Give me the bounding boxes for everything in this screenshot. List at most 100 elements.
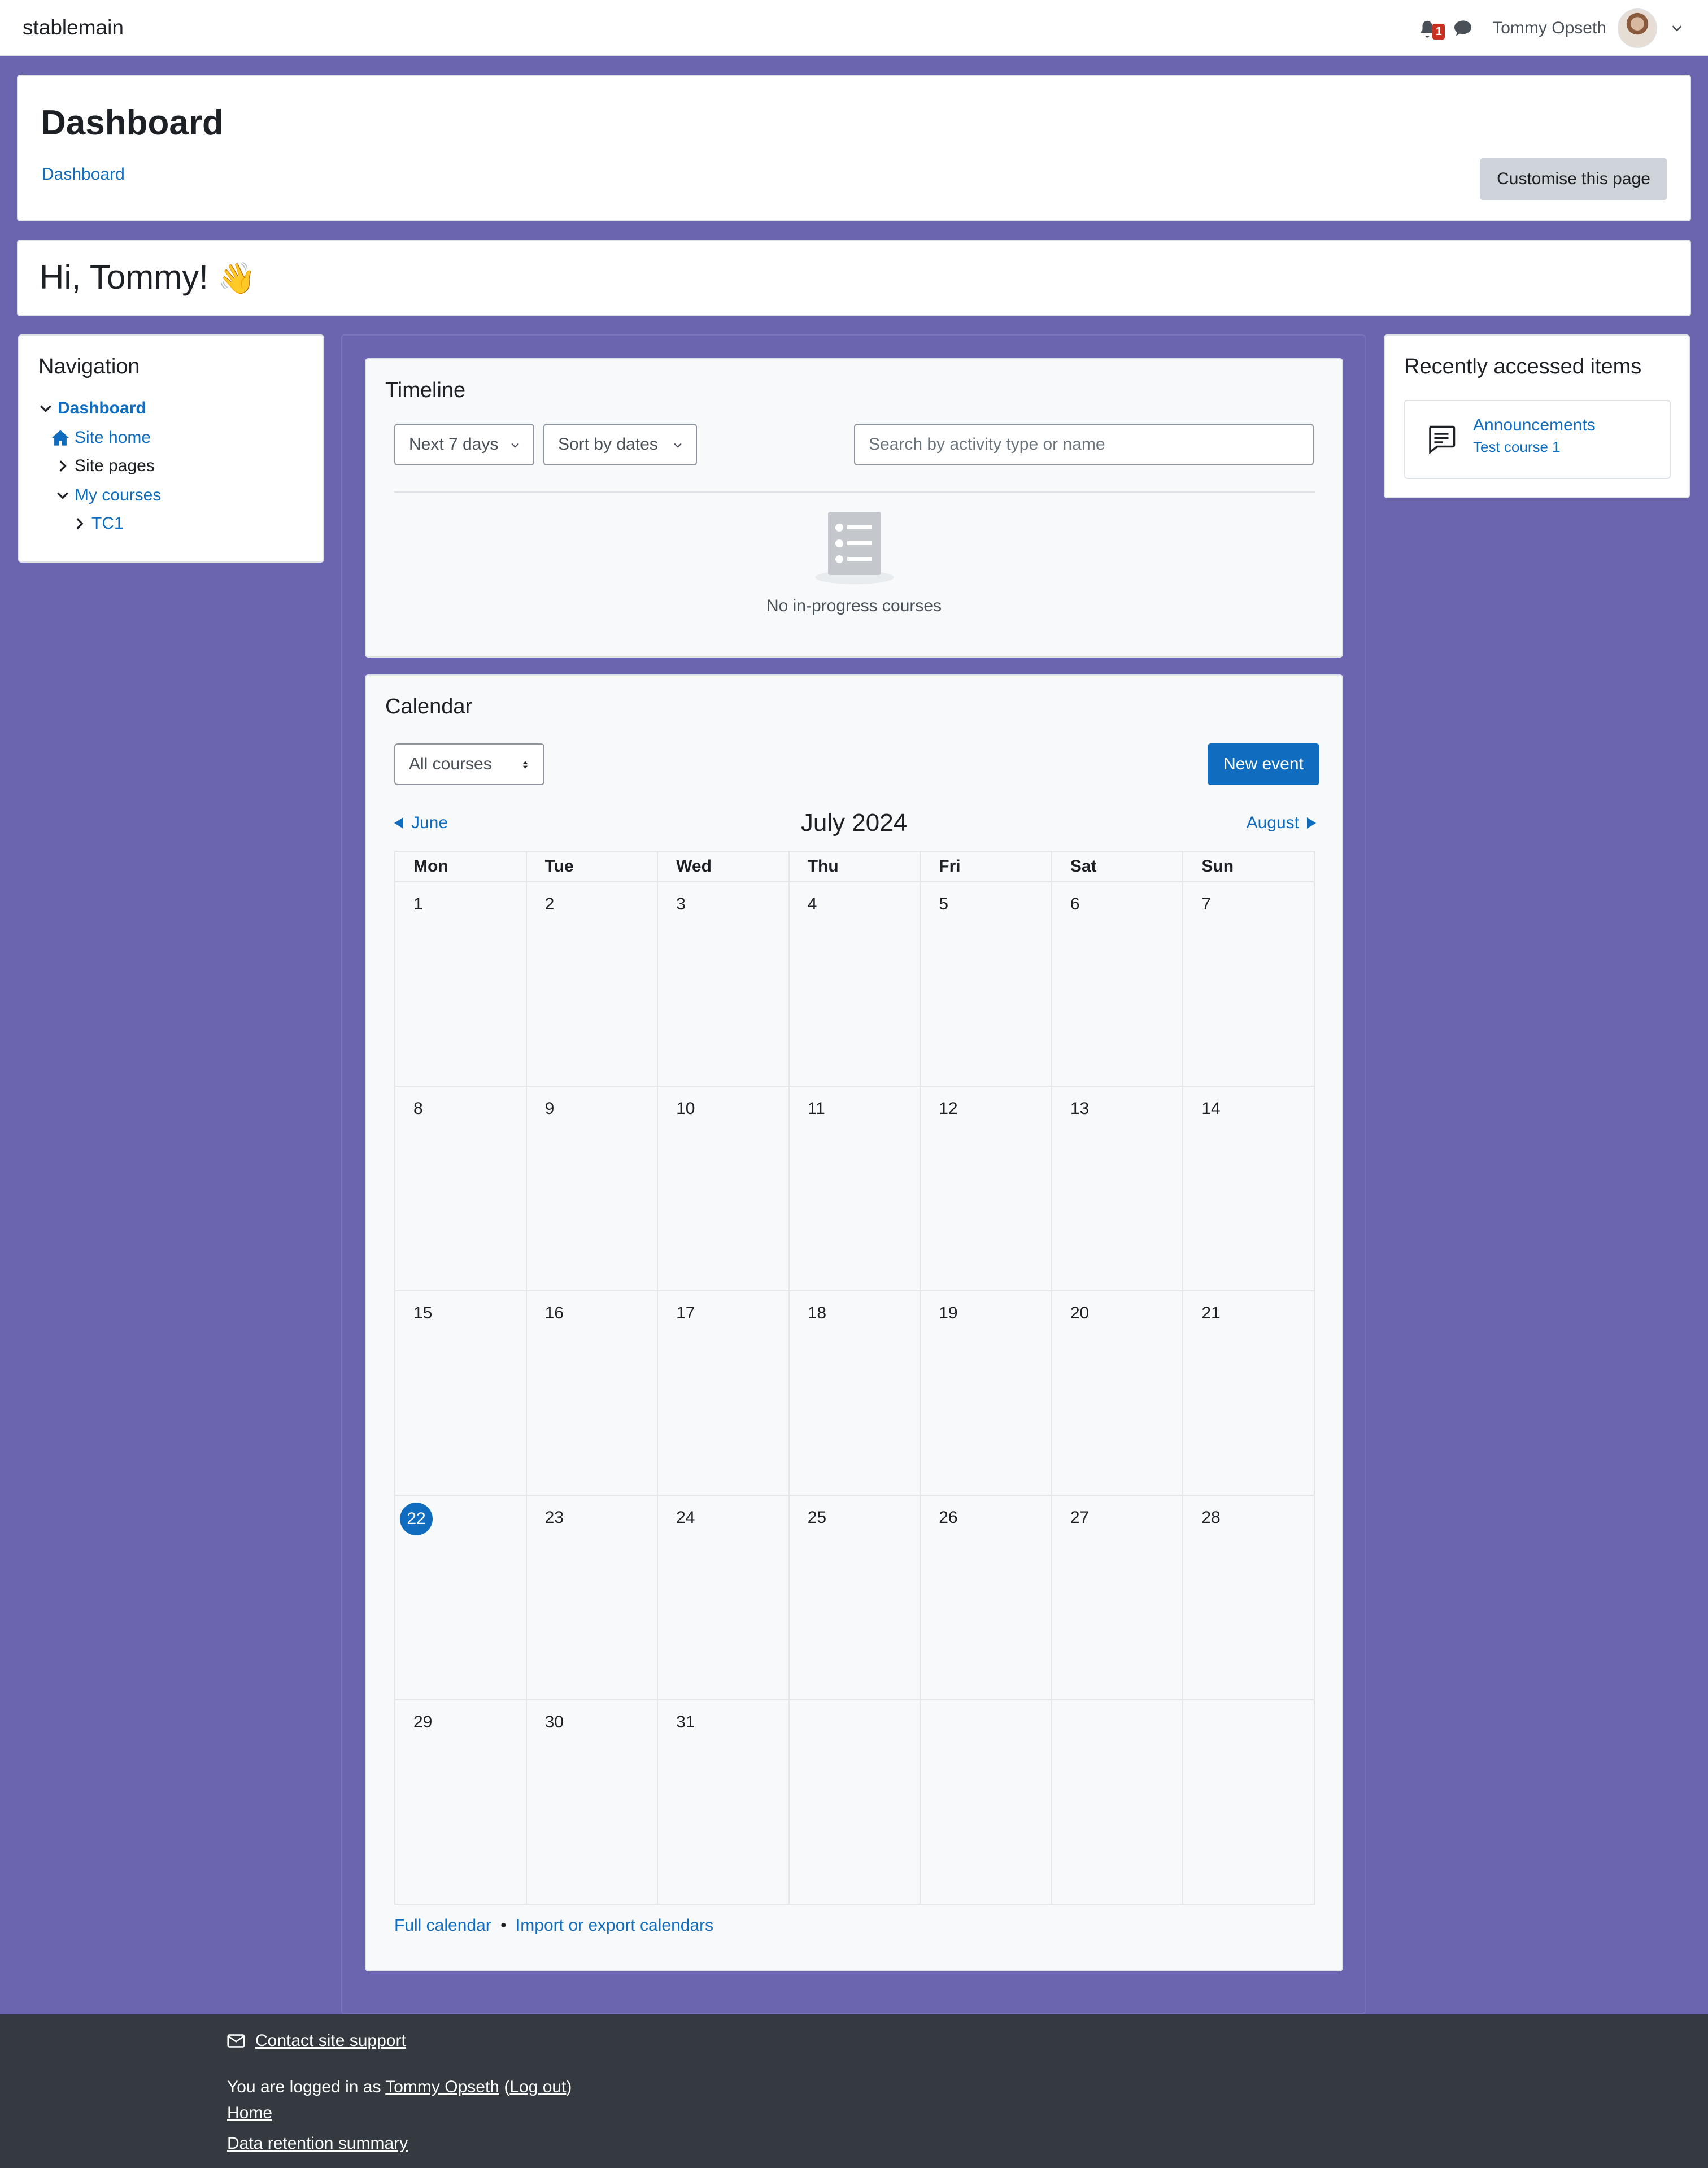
recent-title: Recently accessed items xyxy=(1404,355,1642,378)
calendar-title: Calendar xyxy=(385,695,473,719)
logout-link[interactable]: Log out xyxy=(509,2078,566,2096)
nav-item-my-courses[interactable]: My courses xyxy=(55,486,161,505)
nav-item-dashboard[interactable]: Dashboard xyxy=(38,399,146,418)
day-number: 23 xyxy=(544,1508,564,1527)
data-retention-link[interactable]: Data retention summary xyxy=(227,2134,408,2153)
chevron-right-icon xyxy=(76,518,84,529)
calendar-day-cell[interactable]: 16 xyxy=(525,1290,659,1496)
calendar-day-cell[interactable]: 7 xyxy=(1182,881,1315,1087)
calendar-day-cell[interactable]: 13 xyxy=(1051,1086,1184,1291)
notification-count-badge: 1 xyxy=(1432,24,1445,40)
calendar-day-cell[interactable]: 31 xyxy=(657,1699,790,1905)
calendar-day-cell[interactable]: 12 xyxy=(920,1086,1052,1291)
notifications-button[interactable]: 1 xyxy=(1417,16,1445,41)
calendar-day-cell[interactable]: 15 xyxy=(394,1290,527,1496)
calendar-day-cell[interactable]: 6 xyxy=(1051,881,1184,1087)
full-calendar-link[interactable]: Full calendar xyxy=(394,1916,491,1935)
calendar-day-cell[interactable]: 28 xyxy=(1182,1495,1315,1700)
nav-item-site-home[interactable]: Site home xyxy=(51,428,151,447)
calendar-day-cell[interactable]: 3 xyxy=(657,881,790,1087)
contact-support-link[interactable]: Contact site support xyxy=(227,2031,406,2051)
calendar-empty-cell xyxy=(1051,1699,1184,1905)
calendar-week-row: 29 30 31 xyxy=(394,1699,1315,1905)
nav-item-site-pages[interactable]: Site pages xyxy=(55,456,155,476)
day-number: 19 xyxy=(939,1304,958,1322)
next-month-link[interactable]: August xyxy=(1247,813,1316,833)
nav-label-dashboard: Dashboard xyxy=(58,399,146,417)
weekday-header: Mon xyxy=(394,851,527,882)
calendar-day-cell[interactable]: 23 xyxy=(525,1495,659,1700)
timeline-divider xyxy=(394,491,1315,493)
recent-item-course[interactable]: Test course 1 xyxy=(1473,438,1561,456)
calendar-day-cell[interactable]: 30 xyxy=(525,1699,659,1905)
breadcrumb-dashboard[interactable]: Dashboard xyxy=(42,165,125,184)
day-number: 14 xyxy=(1201,1099,1221,1118)
calendar-day-cell[interactable]: 14 xyxy=(1182,1086,1315,1291)
calendar-grid: Mon Tue Wed Thu Fri Sat Sun 1 2 3 4 5 6 7 8 9 10 1… xyxy=(394,851,1315,1905)
chevron-down-icon xyxy=(40,405,51,412)
today-day-number: 22 xyxy=(400,1503,433,1535)
empty-state-text: No in-progress courses xyxy=(766,597,942,615)
weekday-header: Fri xyxy=(920,851,1052,882)
import-export-link[interactable]: Import or export calendars xyxy=(516,1916,713,1935)
recent-item-title[interactable]: Announcements xyxy=(1473,416,1596,435)
weekday-header: Thu xyxy=(788,851,921,882)
calendar-day-cell[interactable]: 26 xyxy=(920,1495,1052,1700)
calendar-day-cell[interactable]: 27 xyxy=(1051,1495,1184,1700)
calendar-day-cell[interactable]: 20 xyxy=(1051,1290,1184,1496)
forum-icon xyxy=(1429,425,1456,455)
day-number: 15 xyxy=(413,1304,433,1322)
timeline-search-input[interactable] xyxy=(854,424,1314,465)
chevron-down-icon xyxy=(674,443,682,448)
calendar-day-cell[interactable]: 18 xyxy=(788,1290,921,1496)
calendar-day-cell[interactable]: 5 xyxy=(920,881,1052,1087)
day-number: 3 xyxy=(676,895,686,913)
page-title: Dashboard xyxy=(41,103,224,142)
chevron-down-icon[interactable] xyxy=(1668,20,1685,37)
calendar-day-cell[interactable]: 25 xyxy=(788,1495,921,1700)
calendar-footer-links: Full calendar • Import or export calenda… xyxy=(394,1916,713,1935)
footer-home-link[interactable]: Home xyxy=(227,2104,272,2123)
calendar-day-cell[interactable]: 19 xyxy=(920,1290,1052,1496)
next-month-label: August xyxy=(1246,813,1299,832)
calendar-day-cell[interactable]: 9 xyxy=(525,1086,659,1291)
day-number: 8 xyxy=(413,1099,423,1118)
customise-page-button[interactable]: Customise this page xyxy=(1480,158,1667,200)
user-avatar[interactable] xyxy=(1618,8,1657,48)
page-footer: Contact site support You are logged in a… xyxy=(0,2014,1708,2168)
day-number: 4 xyxy=(807,895,817,913)
calendar-day-cell[interactable]: 17 xyxy=(657,1290,790,1496)
weekday-header: Wed xyxy=(657,851,790,882)
calendar-day-cell[interactable]: 8 xyxy=(394,1086,527,1291)
top-navbar: stablemain 1 Tommy Opseth xyxy=(0,0,1708,56)
recent-item-card[interactable]: Announcements Test course 1 xyxy=(1404,400,1671,479)
day-number: 26 xyxy=(939,1508,958,1527)
nav-label-site-pages: Site pages xyxy=(75,456,155,475)
calendar-day-cell[interactable]: 1 xyxy=(394,881,527,1087)
nav-item-tc1[interactable]: TC1 xyxy=(72,514,124,533)
calendar-day-cell[interactable]: 22 xyxy=(394,1495,527,1700)
calendar-day-cell[interactable]: 24 xyxy=(657,1495,790,1700)
calendar-day-cell[interactable]: 2 xyxy=(525,881,659,1087)
calendar-day-cell[interactable]: 21 xyxy=(1182,1290,1315,1496)
calendar-day-cell[interactable]: 4 xyxy=(788,881,921,1087)
timeline-day-filter[interactable]: Next 7 days xyxy=(394,424,534,465)
weekday-header: Tue xyxy=(525,851,659,882)
select-arrows-icon xyxy=(522,761,528,769)
logged-in-user-link[interactable]: Tommy Opseth xyxy=(385,2078,499,2096)
link-separator: • xyxy=(500,1916,507,1935)
logged-in-info: You are logged in as Tommy Opseth (Log o… xyxy=(227,2078,572,2096)
calendar-day-cell[interactable]: 11 xyxy=(788,1086,921,1291)
calendar-day-cell[interactable]: 10 xyxy=(657,1086,790,1291)
calendar-course-select[interactable]: All courses xyxy=(394,743,544,785)
timeline-sort-dropdown[interactable]: Sort by dates xyxy=(543,424,697,465)
site-brand[interactable]: stablemain xyxy=(23,16,124,40)
messages-icon[interactable] xyxy=(1453,18,1473,38)
day-number: 29 xyxy=(413,1713,433,1731)
new-event-button[interactable]: New event xyxy=(1208,743,1319,785)
timeline-block: Timeline Next 7 days Sort by dates No in… xyxy=(365,358,1343,658)
day-number: 6 xyxy=(1070,895,1080,913)
calendar-day-cell[interactable]: 29 xyxy=(394,1699,527,1905)
greeting-heading: Hi, Tommy! 👋 xyxy=(40,258,256,297)
user-menu-name[interactable]: Tommy Opseth xyxy=(1492,19,1606,38)
